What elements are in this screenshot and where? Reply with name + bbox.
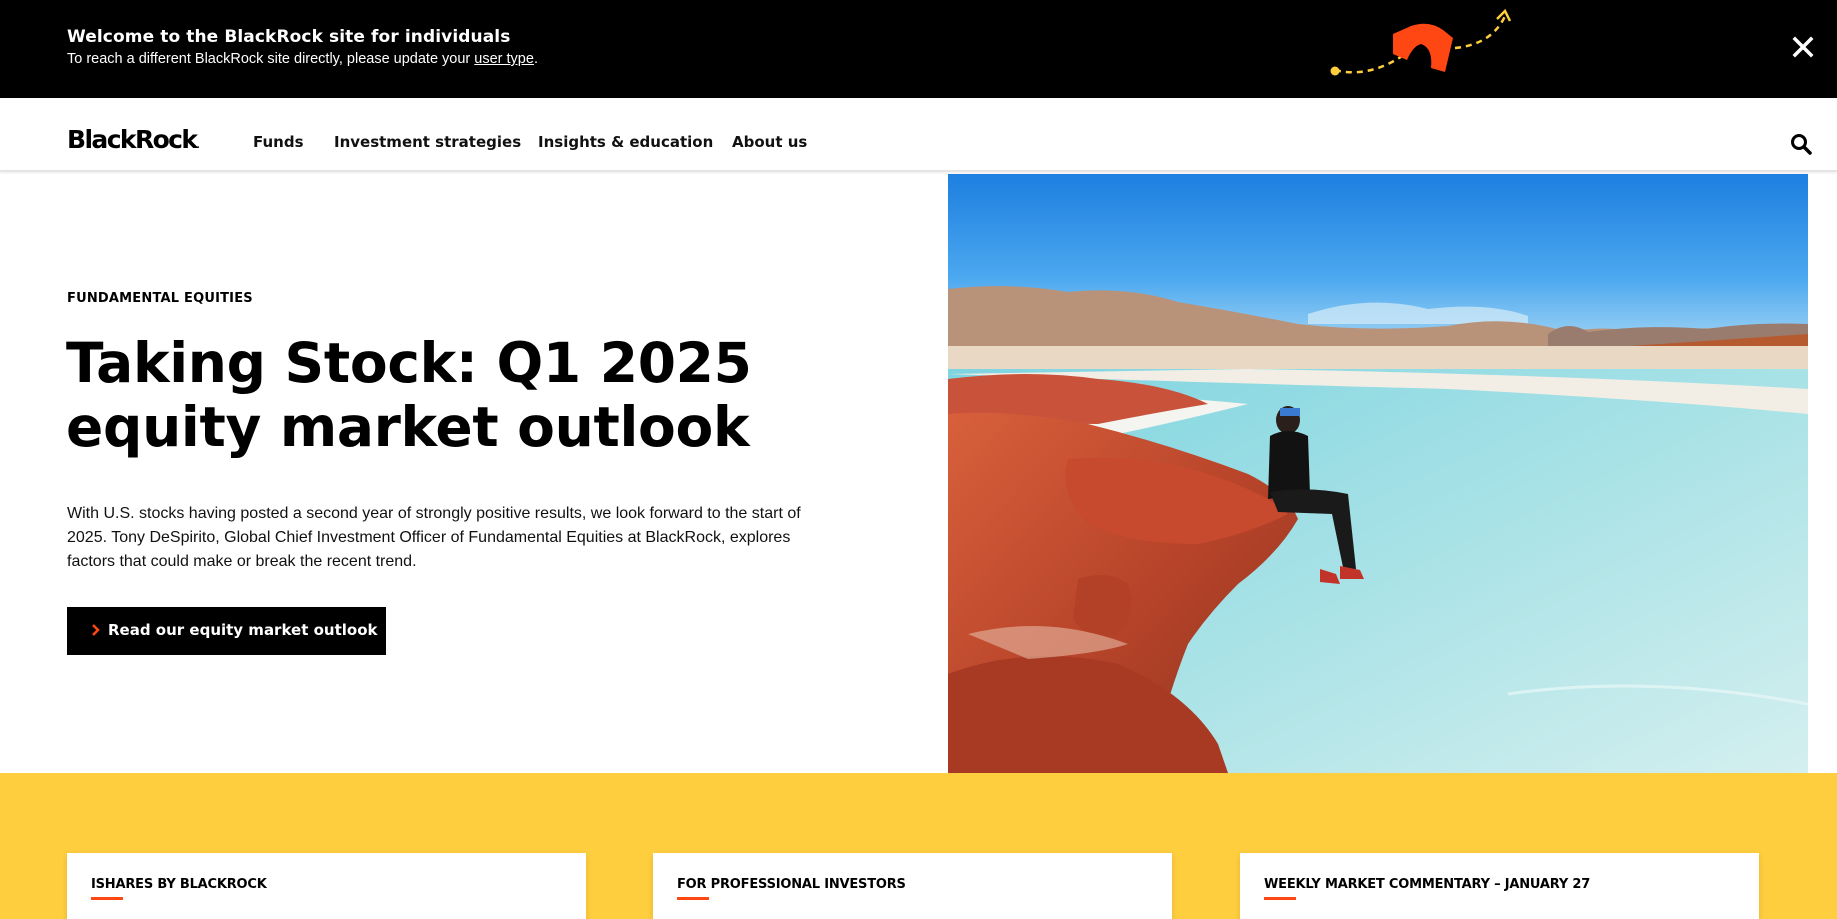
search-icon[interactable] (1790, 133, 1812, 155)
logo-mark: . (196, 141, 200, 151)
logo-text: BlackRock (67, 125, 198, 154)
hero-image (948, 174, 1808, 773)
hero-body: With U.S. stocks having posted a second … (67, 505, 801, 570)
card-label: FOR PROFESSIONAL INVESTORS (677, 877, 906, 892)
banner-illustration (1330, 8, 1512, 76)
card-weekly-commentary[interactable]: WEEKLY MARKET COMMENTARY – JANUARY 27 (1240, 853, 1759, 919)
close-icon[interactable] (1790, 34, 1816, 60)
card-label: ISHARES BY BLACKROCK (91, 877, 267, 892)
card-accent-rule (677, 897, 709, 900)
banner-title: Welcome to the BlackRock site for indivi… (67, 27, 511, 47)
hero-headline-line-1: Taking Stock: Q1 2025 (66, 331, 752, 395)
nav-item-insights-education[interactable]: Insights & education (538, 133, 713, 151)
hero-headline-line-2: equity market outlook (66, 395, 750, 459)
welcome-banner: Welcome to the BlackRock site for indivi… (0, 0, 1837, 98)
blackrock-logo[interactable]: BlackRock. (67, 125, 200, 154)
card-accent-rule (1264, 897, 1296, 900)
card-label: WEEKLY MARKET COMMENTARY – JANUARY 27 (1264, 877, 1591, 892)
red-rock-boulder (1073, 575, 1132, 637)
dashed-path-2 (1454, 15, 1507, 50)
read-outlook-button-label: Read our equity market outlook (108, 621, 378, 639)
hero-eyebrow: FUNDAMENTAL EQUITIES (67, 291, 253, 306)
read-outlook-button[interactable]: Read our equity market outlook (67, 607, 386, 655)
banner-subtitle-text: To reach a different BlackRock site dire… (67, 51, 475, 67)
path-start-dot (1330, 66, 1340, 76)
nav-item-funds[interactable]: Funds (253, 133, 304, 151)
nav-item-about-us[interactable]: About us (732, 133, 807, 151)
card-professional-investors[interactable]: FOR PROFESSIONAL INVESTORS (653, 853, 1172, 919)
hero-headline: Taking Stock: Q1 2025 equity market outl… (66, 331, 826, 459)
banner-subtitle: To reach a different BlackRock site dire… (67, 51, 538, 67)
right-gutter (1808, 174, 1837, 773)
orange-arch-shape (1393, 23, 1453, 72)
card-ishares[interactable]: ISHARES BY BLACKROCK (67, 853, 586, 919)
nav-item-investment-strategies[interactable]: Investment strategies (334, 133, 521, 151)
user-type-link[interactable]: user type (474, 51, 534, 67)
banner-subtitle-period: . (533, 51, 538, 67)
chevron-right-icon (92, 624, 100, 636)
hero-text-panel (0, 174, 948, 773)
main-navigation: BlackRock. Funds Investment strategies I… (0, 98, 1837, 172)
card-accent-rule (91, 897, 123, 900)
